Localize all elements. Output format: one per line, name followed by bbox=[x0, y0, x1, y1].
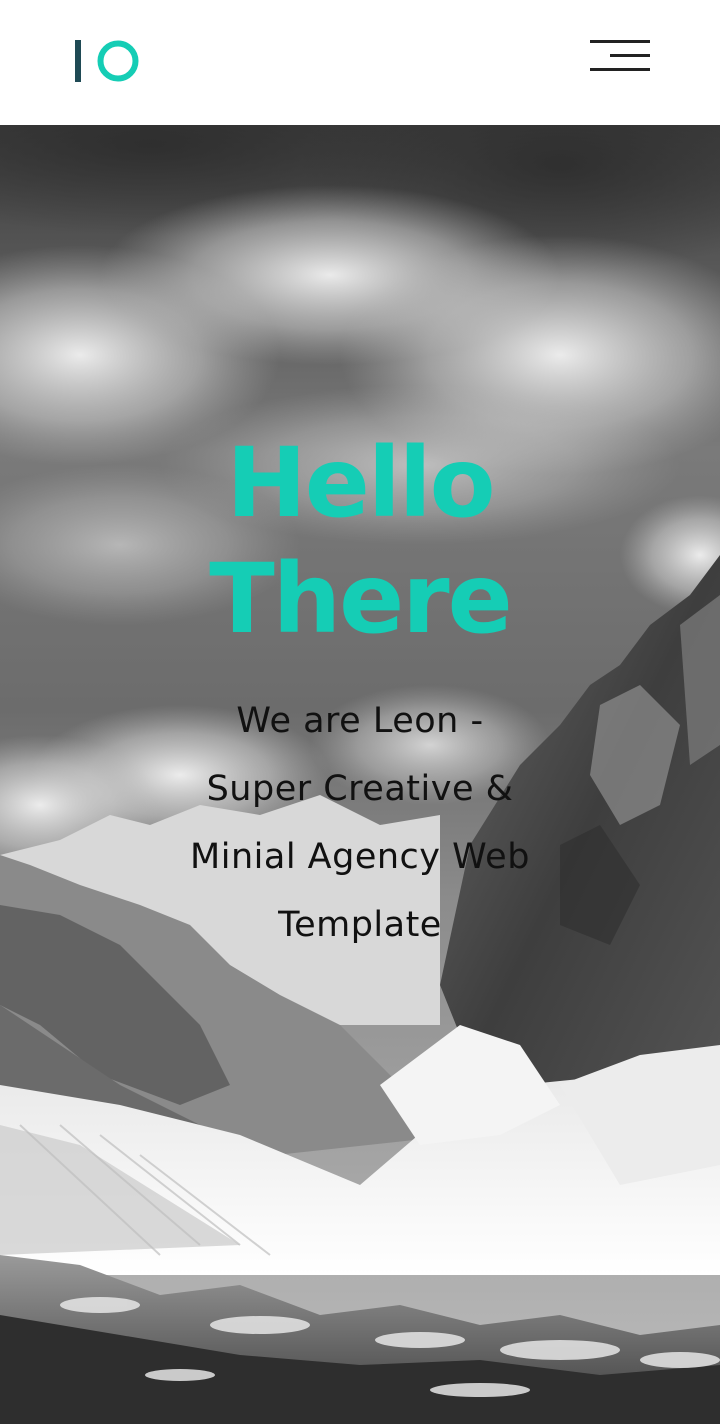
hamburger-menu-icon[interactable] bbox=[588, 38, 652, 74]
site-header bbox=[0, 0, 720, 125]
menu-line-top bbox=[590, 40, 650, 43]
hero-subtitle: We are Leon - Super Creative & Minial Ag… bbox=[190, 701, 530, 945]
menu-line-bottom bbox=[590, 68, 650, 71]
hero-title-line-2: There bbox=[209, 543, 512, 655]
logo[interactable] bbox=[75, 38, 145, 84]
page: Hello There We are Leon - Super Creative… bbox=[0, 0, 720, 1424]
menu-line-middle bbox=[610, 54, 650, 57]
hero-section: Hello There We are Leon - Super Creative… bbox=[0, 125, 720, 1424]
hero-title: Hello There bbox=[0, 425, 720, 657]
hero-title-line-1: Hello bbox=[226, 427, 495, 539]
